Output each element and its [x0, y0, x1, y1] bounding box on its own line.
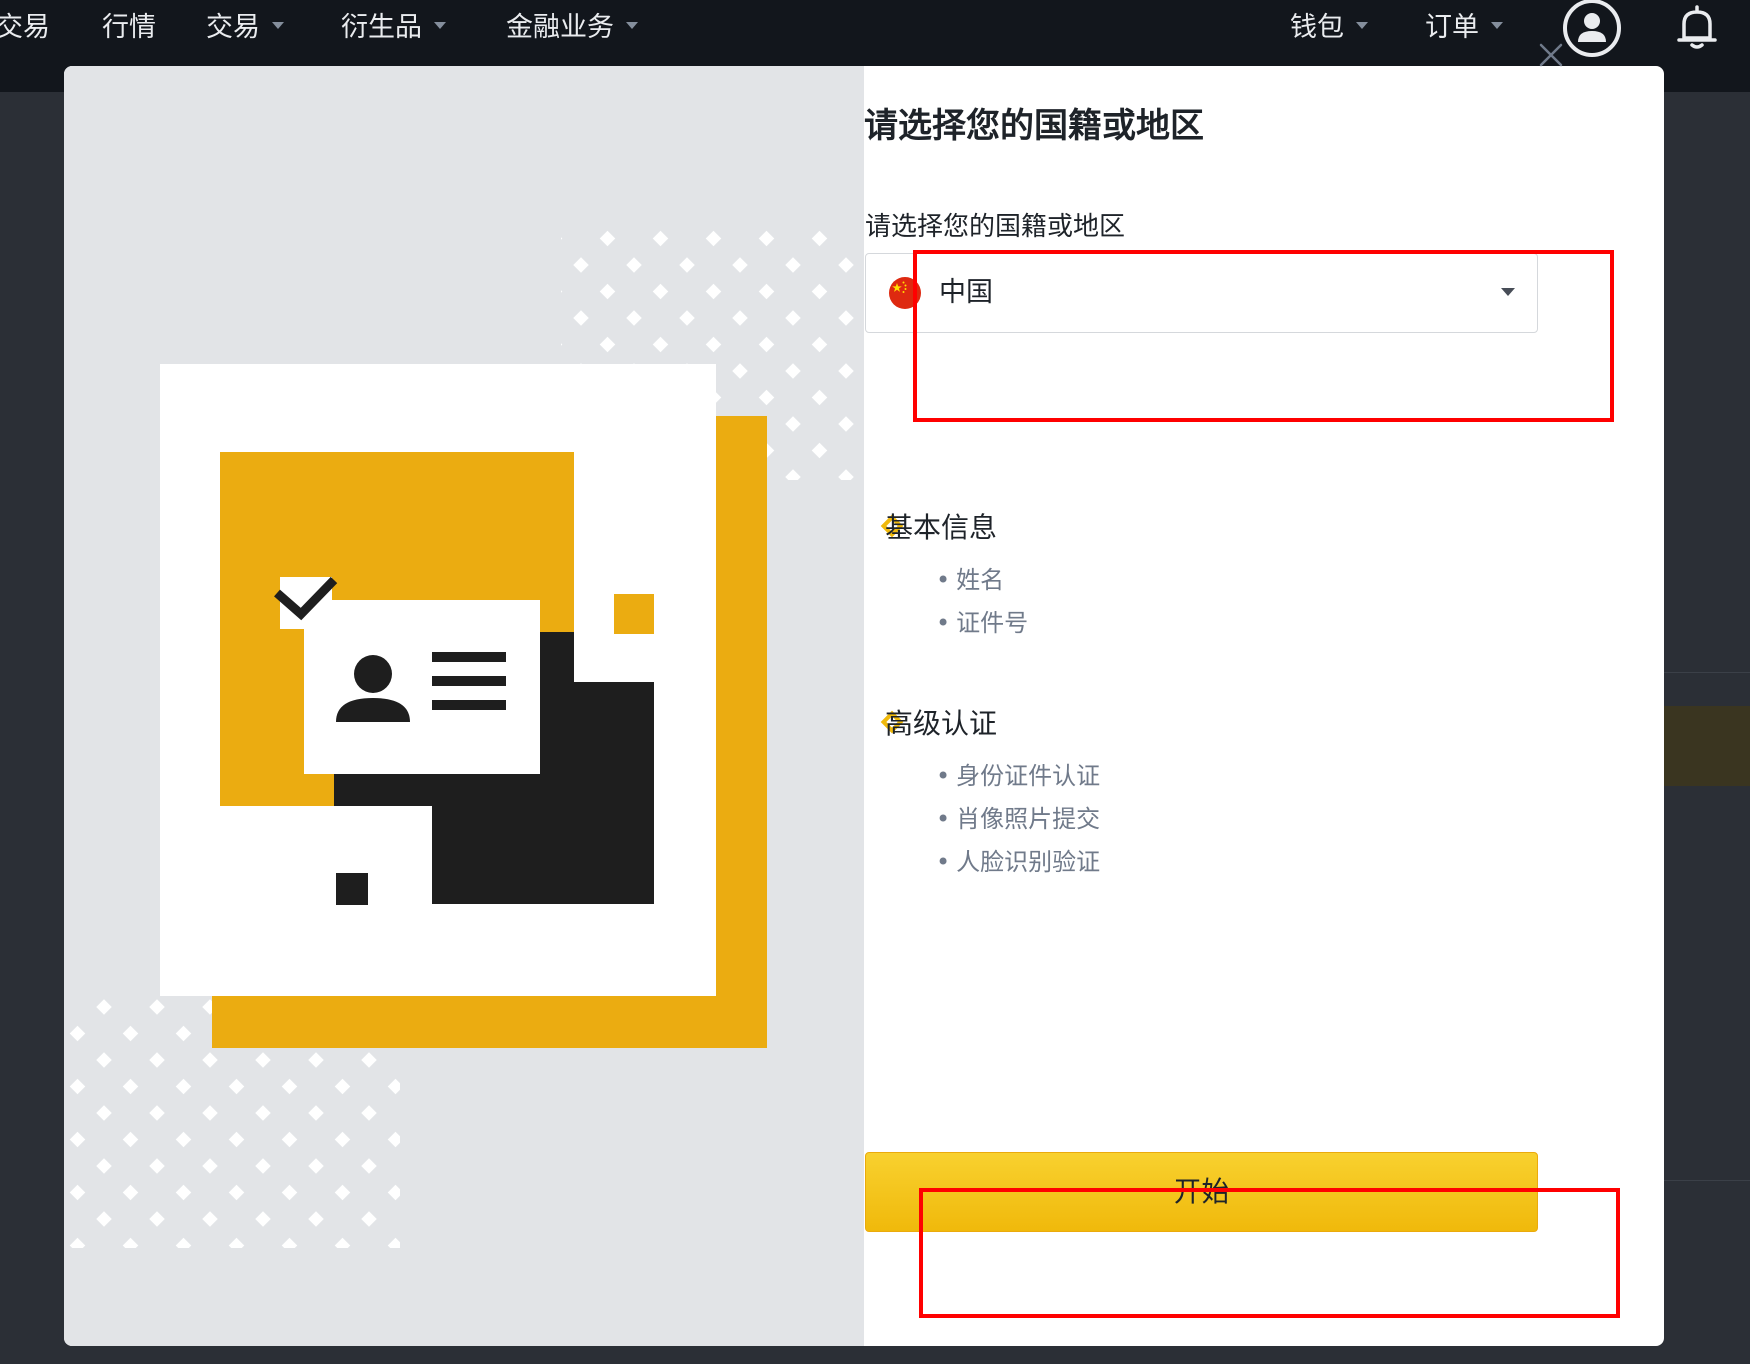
- nav-label: 订单: [1425, 12, 1479, 43]
- nav-label: 钱包: [1290, 12, 1344, 43]
- nav-item-finance[interactable]: 金融业务: [506, 10, 638, 46]
- nav-label: 衍生品: [341, 12, 422, 43]
- requirement-item: 肖像照片提交: [936, 799, 1100, 834]
- nav-label: 交易: [206, 12, 260, 43]
- nav-item-trade[interactable]: 交易: [206, 10, 284, 46]
- country-field-label: 请选择您的国籍或地区: [865, 212, 1126, 242]
- id-verification-illustration: [64, 230, 864, 1248]
- nav-item-derivatives[interactable]: 衍生品: [341, 10, 446, 46]
- country-select-value: 中国: [939, 277, 993, 308]
- nav-label: 行情: [102, 12, 156, 43]
- close-icon[interactable]: [1533, 37, 1569, 73]
- nav-label: 金融业务: [506, 12, 614, 43]
- illustration-panel: [64, 66, 864, 1346]
- user-icon[interactable]: [1561, 0, 1623, 60]
- bell-icon[interactable]: [1676, 4, 1718, 50]
- country-select[interactable]: 中国: [865, 253, 1538, 333]
- requirement-item: 证件号: [936, 603, 1028, 638]
- start-button[interactable]: 开始: [865, 1152, 1538, 1232]
- chevron-down-icon: [626, 22, 638, 29]
- chevron-down-icon: [1491, 22, 1503, 29]
- chevron-down-icon: [1356, 22, 1368, 29]
- requirement-item: 身份证件认证: [936, 756, 1100, 791]
- nav-label: 交易: [0, 12, 50, 43]
- requirement-item: 姓名: [936, 560, 1004, 595]
- nav-item-trade-partial[interactable]: 交易: [0, 10, 50, 46]
- chevron-down-icon: [272, 22, 284, 29]
- chevron-down-icon: [434, 22, 446, 29]
- requirement-item: 人脸识别验证: [936, 842, 1100, 877]
- section-basic-info-title: 基本信息: [885, 511, 998, 544]
- chevron-down-icon: [1501, 288, 1515, 296]
- nav-item-markets[interactable]: 行情: [102, 10, 156, 46]
- china-flag-icon: [889, 277, 921, 309]
- background-banner: [1664, 706, 1750, 786]
- section-advanced-title: 高级认证: [885, 707, 998, 740]
- modal-title: 请选择您的国籍或地区: [864, 106, 1204, 146]
- nav-item-wallet[interactable]: 钱包: [1290, 10, 1368, 46]
- nav-item-orders[interactable]: 订单: [1425, 10, 1503, 46]
- background-divider: [1664, 672, 1750, 673]
- background-divider: [1664, 1180, 1750, 1181]
